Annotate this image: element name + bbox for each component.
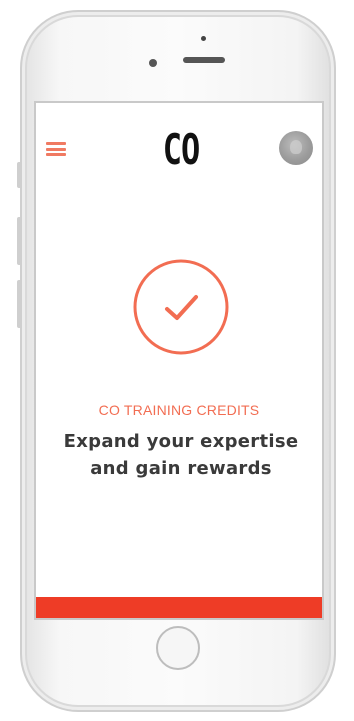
volume-down-button (17, 280, 21, 328)
phone-frame: CO CO TRAINING CREDITS Expand your exper… (17, 10, 336, 712)
app-header: CO (36, 103, 322, 193)
phone-screen: CO CO TRAINING CREDITS Expand your exper… (34, 101, 324, 620)
hamburger-menu-icon[interactable] (46, 142, 66, 156)
proximity-sensor (201, 36, 206, 41)
checkmark-circle-icon (131, 257, 231, 357)
bottom-action-bar[interactable] (36, 597, 322, 618)
volume-up-button (17, 217, 21, 265)
app-logo: CO (162, 125, 201, 175)
home-button[interactable] (156, 626, 200, 670)
mute-switch (17, 162, 21, 188)
hero-headline: Expand your expertise and gain rewards (63, 431, 299, 479)
section-eyebrow: CO TRAINING CREDITS (98, 402, 260, 418)
earpiece-speaker (183, 57, 225, 63)
front-camera (149, 59, 157, 67)
user-avatar[interactable] (279, 131, 313, 165)
